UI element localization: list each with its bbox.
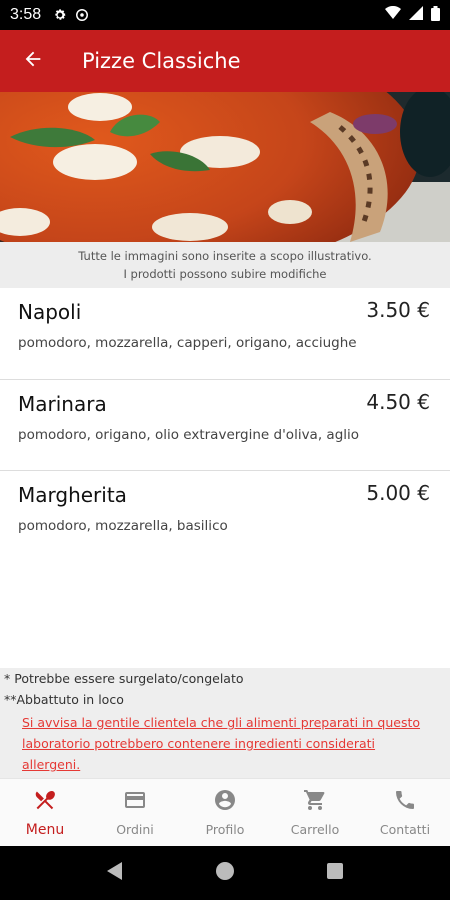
- nav-label-profile: Profilo: [205, 822, 245, 837]
- menu-item-description: pomodoro, mozzarella, capperi, origano, …: [18, 335, 357, 351]
- gear-icon: [53, 8, 67, 22]
- nav-label-contacts: Contatti: [379, 822, 431, 837]
- fork-knife-icon: [33, 788, 57, 816]
- nav-item-menu[interactable]: Menu: [0, 779, 90, 846]
- recents-square-icon[interactable]: [326, 862, 344, 884]
- hero-image: [0, 92, 450, 242]
- system-nav-bar: [0, 846, 450, 900]
- status-bar: 3:58: [0, 0, 450, 30]
- nav-item-profile[interactable]: Profilo: [180, 779, 270, 846]
- menu-item[interactable]: Napoli 3.50 € pomodoro, mozzarella, capp…: [0, 288, 450, 380]
- blast-chilled-note: **Abbattuto in loco: [4, 692, 124, 707]
- battery-icon: [431, 5, 440, 25]
- menu-item[interactable]: Marinara 4.50 € pomodoro, origano, olio …: [0, 380, 450, 471]
- disclaimer-line-2: I prodotti possono subire modifiche: [123, 267, 327, 281]
- menu-item-price: 5.00 €: [366, 481, 430, 505]
- bottom-nav: Menu Ordini Profilo Carrello Contatti: [0, 778, 450, 846]
- menu-item-price: 3.50 €: [366, 298, 430, 322]
- notes-section: * Potrebbe essere surgelato/congelato **…: [0, 668, 450, 778]
- sync-icon: [75, 8, 89, 22]
- signal-icon: [409, 6, 423, 24]
- home-circle-icon[interactable]: [215, 861, 235, 885]
- menu-item-price: 4.50 €: [366, 390, 430, 414]
- arrow-left-icon: [22, 48, 44, 74]
- nav-item-cart[interactable]: Carrello: [270, 779, 360, 846]
- nav-label-cart: Carrello: [290, 822, 340, 837]
- cart-icon: [303, 788, 327, 816]
- page-title: Pizze Classiche: [82, 49, 241, 73]
- credit-card-icon: [123, 788, 147, 816]
- nav-label-menu: Menu: [25, 821, 65, 838]
- app-bar: Pizze Classiche: [0, 30, 450, 92]
- wifi-icon: [385, 5, 401, 24]
- disclaimer-line-1: Tutte le immagini sono inserite a scopo …: [78, 249, 372, 263]
- menu-list: Napoli 3.50 € pomodoro, mozzarella, capp…: [0, 288, 450, 543]
- nav-item-orders[interactable]: Ordini: [90, 779, 180, 846]
- nav-item-contacts[interactable]: Contatti: [360, 779, 450, 846]
- image-disclaimer: Tutte le immagini sono inserite a scopo …: [0, 242, 450, 288]
- allergen-warning[interactable]: Si avvisa la gentile clientela che gli a…: [22, 712, 422, 775]
- phone-icon: [393, 788, 417, 816]
- menu-item-description: pomodoro, mozzarella, basilico: [18, 518, 228, 534]
- back-button[interactable]: [0, 30, 66, 92]
- nav-label-orders: Ordini: [116, 822, 154, 837]
- back-triangle-icon[interactable]: [106, 861, 124, 885]
- menu-item[interactable]: Margherita 5.00 € pomodoro, mozzarella, …: [0, 471, 450, 543]
- status-time: 3:58: [10, 6, 42, 23]
- account-circle-icon: [213, 788, 237, 816]
- frozen-note: * Potrebbe essere surgelato/congelato: [4, 671, 244, 686]
- menu-item-description: pomodoro, origano, olio extravergine d'o…: [18, 427, 360, 443]
